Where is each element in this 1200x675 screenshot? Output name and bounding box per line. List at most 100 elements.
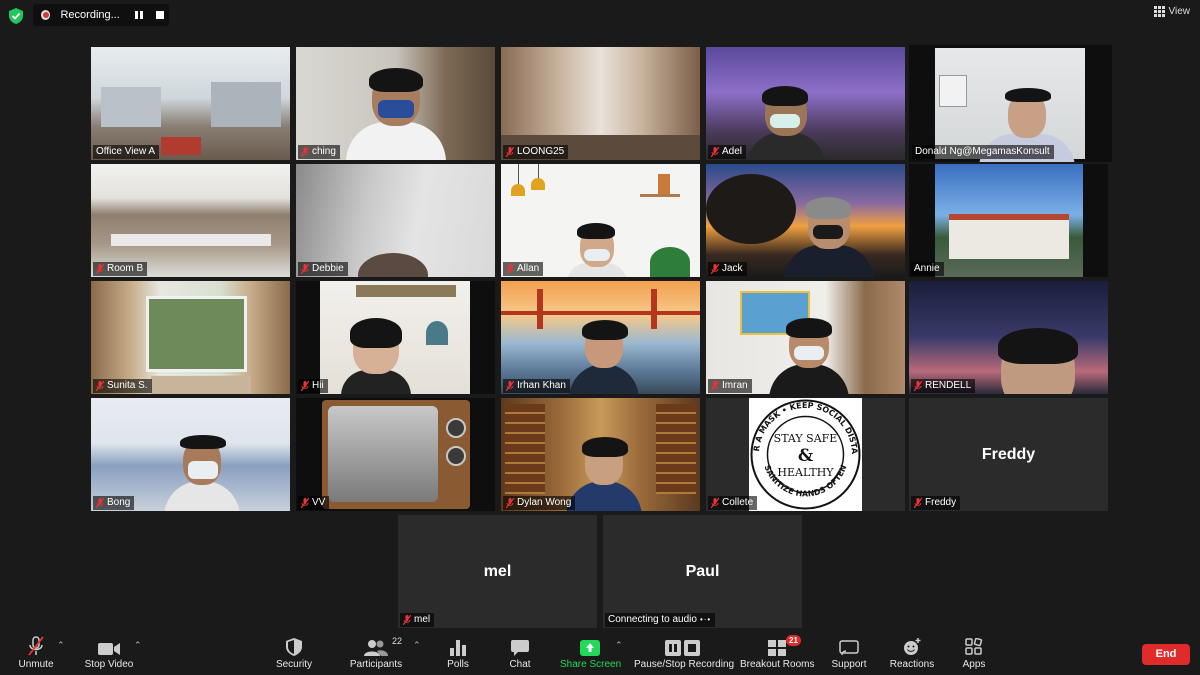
tv-dial-icon xyxy=(446,446,466,466)
window xyxy=(146,296,247,372)
office-cubicle xyxy=(211,82,281,127)
shield-icon[interactable] xyxy=(9,8,23,24)
participant-name-tag: Office View A xyxy=(93,145,160,159)
view-button[interactable]: View xyxy=(1153,6,1190,17)
chat-button[interactable]: Chat xyxy=(502,634,538,670)
end-meeting-button[interactable]: End xyxy=(1142,644,1190,665)
office-desk xyxy=(161,137,201,155)
participants-button[interactable]: 22 Participants xyxy=(346,634,406,670)
video-tile-donald-active-speaker[interactable]: Donald Ng@MegamasKonsult xyxy=(909,45,1112,162)
video-tile-adel[interactable]: Adel xyxy=(706,47,905,160)
stop-recording-button[interactable] xyxy=(152,6,169,24)
participant-video xyxy=(784,197,875,277)
unmute-label: Unmute xyxy=(18,659,54,670)
participant-name-tag: Debbie xyxy=(298,262,348,276)
video-tile-bong[interactable]: Bong xyxy=(91,398,290,511)
participant-name: VV xyxy=(312,497,326,508)
participant-name-tag: Allan xyxy=(503,262,544,276)
video-tile-dylan[interactable]: Dylan Wong xyxy=(501,398,700,511)
apps-button[interactable]: Apps xyxy=(956,634,992,670)
stop-video-button[interactable]: Stop Video xyxy=(80,634,138,670)
mic-muted-icon xyxy=(711,147,719,157)
polls-button[interactable]: Polls xyxy=(440,634,476,670)
breakout-rooms-button[interactable]: 21 Breakout Rooms xyxy=(740,634,814,670)
video-tile-freddy[interactable]: Freddy Freddy xyxy=(909,398,1108,511)
video-tile-vv[interactable]: VV xyxy=(296,398,495,511)
top-bar: Recording... View xyxy=(0,0,1200,32)
pause-stop-recording-label: Pause/Stop Recording xyxy=(634,659,735,670)
mic-muted-icon xyxy=(506,498,514,508)
participant-name-tag: Annie xyxy=(911,262,944,276)
participant-name-tag: RENDELL xyxy=(911,379,976,393)
participant-name: Collete xyxy=(722,497,754,508)
participant-name: LOONG25 xyxy=(517,146,565,157)
video-tile-annie[interactable]: Annie xyxy=(909,164,1108,277)
face-mask xyxy=(794,346,825,360)
video-tile-collete[interactable]: WEAR A MASK • KEEP SOCIAL DISTANCE SANIT… xyxy=(706,398,905,511)
mic-muted-icon xyxy=(28,636,44,656)
participant-name: Donald Ng@MegamasKonsult xyxy=(915,146,1050,157)
mic-muted-icon xyxy=(506,264,514,274)
video-tile-allan[interactable]: Allan xyxy=(501,164,700,277)
face-mask xyxy=(769,114,800,128)
apps-label: Apps xyxy=(962,659,986,670)
reactions-button[interactable]: Reactions xyxy=(888,634,936,670)
participant-display-name: mel xyxy=(483,562,512,580)
video-tile-jack[interactable]: Jack xyxy=(706,164,905,277)
participant-name: RENDELL xyxy=(925,380,972,391)
chat-bubble-icon xyxy=(511,640,529,656)
video-tile-rendell[interactable]: RENDELL xyxy=(909,281,1108,394)
chat-label: Chat xyxy=(509,659,531,670)
participant-video xyxy=(569,320,640,394)
share-screen-button[interactable]: Share Screen xyxy=(560,634,621,670)
video-tile-sunita[interactable]: Sunita S. xyxy=(91,281,290,394)
video-tile-loong25[interactable]: LOONG25 xyxy=(501,47,700,160)
video-camera-icon xyxy=(98,643,120,655)
window-seat xyxy=(151,376,251,394)
video-tile-ching[interactable]: ching xyxy=(296,47,495,160)
unmute-button[interactable]: Unmute xyxy=(14,634,58,670)
face-mask xyxy=(188,461,219,479)
video-tile-paul[interactable]: Paul Connecting to audio •·• xyxy=(603,515,802,628)
connecting-dots-icon: •·• xyxy=(699,615,712,624)
share-screen-icon xyxy=(580,640,600,656)
tree-silhouette xyxy=(706,174,796,244)
participant-video xyxy=(566,223,627,277)
share-options-chevron-icon[interactable]: ⌃ xyxy=(615,640,623,651)
participant-name: Jack xyxy=(722,263,743,274)
participant-video xyxy=(345,68,446,160)
video-tile-office-view-a[interactable]: Office View A xyxy=(91,47,290,160)
tv-screen xyxy=(328,406,438,502)
participant-name: Annie xyxy=(914,263,940,274)
bridge-deck xyxy=(501,311,700,315)
video-tile-irhan[interactable]: Irhan Khan xyxy=(501,281,700,394)
audio-options-chevron-icon[interactable]: ⌃ xyxy=(57,640,65,651)
villa-roof xyxy=(949,214,1069,220)
participant-name-tag: Collete xyxy=(708,496,758,510)
participant-name: mel xyxy=(414,614,431,625)
video-tile-mel[interactable]: mel mel xyxy=(398,515,597,628)
participant-name-tag: Hii xyxy=(298,379,328,393)
mic-muted-icon xyxy=(96,498,104,508)
participant-display-name: Freddy xyxy=(981,445,1036,463)
polls-chart-icon xyxy=(450,640,466,656)
participant-name-tag: Bong xyxy=(93,496,135,510)
pause-stop-recording-button[interactable]: Pause/Stop Recording xyxy=(634,634,735,670)
support-button[interactable]: Support xyxy=(828,634,870,670)
participants-options-chevron-icon[interactable]: ⌃ xyxy=(413,640,421,651)
meeting-toolbar: Unmute ⌃ Stop Video ⌃ Security 22 Partic… xyxy=(0,630,1200,675)
mic-muted-icon xyxy=(403,615,411,625)
video-options-chevron-icon[interactable]: ⌃ xyxy=(134,640,142,651)
tv-dial-icon xyxy=(446,418,466,438)
participant-name-tag: Imran xyxy=(708,379,752,393)
participant-video xyxy=(998,328,1079,394)
stay-safe-logo: WEAR A MASK • KEEP SOCIAL DISTANCE SANIT… xyxy=(745,398,861,510)
video-tile-room-b[interactable]: Room B xyxy=(91,164,290,277)
svg-text:STAY SAFE: STAY SAFE xyxy=(774,432,838,445)
participant-name: Imran xyxy=(722,380,748,391)
video-tile-debbie[interactable]: Debbie xyxy=(296,164,495,277)
video-tile-hii[interactable]: Hii xyxy=(296,281,495,394)
security-button[interactable]: Security xyxy=(272,634,316,670)
pause-recording-button[interactable] xyxy=(131,6,148,24)
video-tile-imran[interactable]: Imran xyxy=(706,281,905,394)
